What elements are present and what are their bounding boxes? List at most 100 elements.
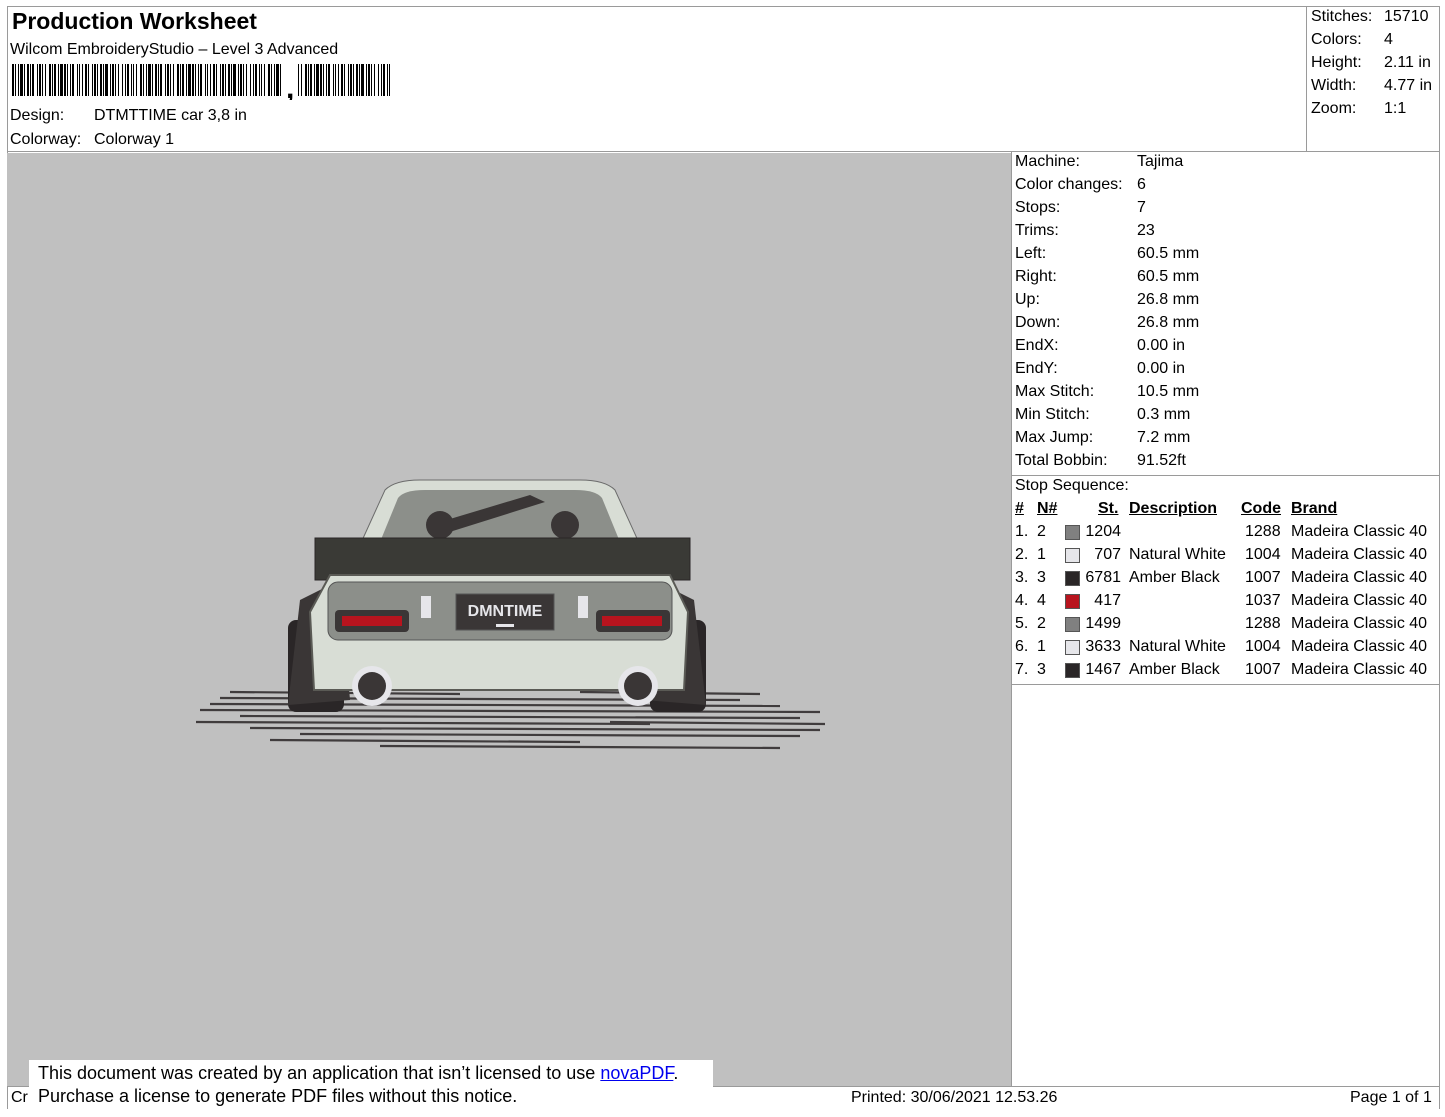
zoom-label: Zoom:	[1311, 100, 1357, 117]
stitches-label: Stitches:	[1311, 8, 1373, 25]
stop-needle: 1	[1037, 638, 1046, 655]
stop-stitches: 707	[1094, 546, 1121, 563]
left-value: 60.5 mm	[1137, 245, 1200, 262]
stop-code: 1007	[1245, 569, 1281, 586]
stop-needle: 1	[1037, 546, 1046, 563]
printed-timestamp: Printed: 30/06/2021 12.53.26	[851, 1089, 1058, 1106]
rear-spoiler	[314, 537, 691, 581]
notice-line1: This document was created by an applicat…	[38, 1063, 601, 1083]
barcode: ,	[12, 64, 390, 100]
stop-needle: 3	[1037, 569, 1046, 586]
stop-row: 2. 1 707 Natural White 1004 Madeira Classic 4…	[1011, 546, 1441, 569]
thread-color-swatch	[1065, 548, 1080, 563]
stop-needle: 2	[1037, 615, 1046, 632]
stop-row: 1. 2 1204 1288 Madeira Classic 40	[1011, 523, 1441, 546]
trims-value: 23	[1137, 222, 1155, 239]
stop-description: Natural White	[1129, 638, 1226, 655]
machine-value: Tajima	[1137, 153, 1184, 170]
thread-color-swatch	[1065, 571, 1080, 586]
notice-period: .	[673, 1063, 679, 1083]
thread-color-swatch	[1065, 594, 1080, 609]
up-value: 26.8 mm	[1137, 291, 1200, 308]
colorway-label: Colorway:	[10, 131, 82, 148]
color-changes-value: 6	[1137, 176, 1146, 193]
max-stitch-label: Max Stitch:	[1015, 383, 1095, 400]
stop-description: Natural White	[1129, 546, 1226, 563]
stop-sequence-title: Stop Sequence:	[1015, 477, 1129, 494]
design-value: DTMTTIME car 3,8 in	[94, 107, 247, 124]
stop-description: Amber Black	[1129, 661, 1220, 678]
min-stitch-label: Min Stitch:	[1015, 406, 1090, 423]
height-label: Height:	[1311, 54, 1362, 71]
stop-brand: Madeira Classic 40	[1291, 592, 1428, 609]
stop-row: 4. 4 417 1037 Madeira Classic 40	[1011, 592, 1441, 615]
down-value: 26.8 mm	[1137, 314, 1200, 331]
stop-code: 1037	[1245, 592, 1281, 609]
trims-label: Trims:	[1015, 222, 1059, 239]
plate-text: DMNTIME	[468, 603, 543, 620]
barcode-text: ,	[286, 72, 294, 100]
stop-needle: 2	[1037, 523, 1046, 540]
colors-value: 4	[1384, 31, 1393, 48]
stops-label: Stops:	[1015, 199, 1061, 216]
col-header-stitches: St.	[1098, 500, 1119, 517]
thread-color-swatch	[1065, 640, 1080, 655]
header-divider	[7, 151, 1439, 152]
page-number: Page 1 of 1	[1350, 1089, 1432, 1106]
height-value: 2.11 in	[1384, 54, 1431, 71]
stop-num: 5.	[1015, 615, 1029, 632]
stop-row: 5. 2 1499 1288 Madeira Classic 40	[1011, 615, 1441, 638]
total-bobbin-value: 91.52ft	[1137, 452, 1186, 469]
stop-needle: 3	[1037, 661, 1046, 678]
max-jump-label: Max Jump:	[1015, 429, 1094, 446]
stop-num: 6.	[1015, 638, 1029, 655]
stop-brand: Madeira Classic 40	[1291, 638, 1428, 655]
total-bobbin-label: Total Bobbin:	[1015, 452, 1108, 469]
width-label: Width:	[1311, 77, 1357, 94]
color-changes-label: Color changes:	[1015, 176, 1123, 193]
frame-top	[7, 6, 1439, 7]
stop-num: 4.	[1015, 592, 1029, 609]
left-label: Left:	[1015, 245, 1047, 262]
endy-value: 0.00 in	[1137, 360, 1186, 377]
stops-value: 7	[1137, 199, 1146, 216]
software-name: Wilcom EmbroideryStudio – Level 3 Advanc…	[10, 41, 339, 58]
stop-brand: Madeira Classic 40	[1291, 546, 1428, 563]
worksheet-title: Production Worksheet	[12, 8, 257, 34]
max-jump-value: 7.2 mm	[1137, 429, 1191, 446]
car-embroidery-image: DMNTIME	[195, 479, 826, 750]
thread-color-swatch	[1065, 663, 1080, 678]
colorway-value: Colorway 1	[94, 131, 175, 148]
endx-value: 0.00 in	[1137, 337, 1186, 354]
footer-left-text: Cr	[11, 1089, 28, 1106]
col-header-num: #	[1015, 500, 1024, 517]
novapdf-link[interactable]: novaPDF	[600, 1063, 673, 1083]
thread-color-swatch	[1065, 617, 1080, 632]
col-header-brand: Brand	[1291, 500, 1338, 517]
stop-stitches: 417	[1094, 592, 1121, 609]
stop-stitches: 1499	[1085, 615, 1121, 632]
right-label: Right:	[1015, 268, 1057, 285]
stop-stitches: 1467	[1085, 661, 1121, 678]
stop-num: 2.	[1015, 546, 1029, 563]
stop-stitches: 3633	[1085, 638, 1121, 655]
stop-row: 7. 3 1467 Amber Black 1007 Madeira Classic 40	[1011, 661, 1441, 684]
endx-label: EndX:	[1015, 337, 1059, 354]
summary-divider	[1306, 6, 1307, 151]
machine-label: Machine:	[1015, 153, 1080, 170]
stop-row: 3. 3 6781 Amber Black 1007 Madeira Classic 40	[1011, 569, 1441, 592]
stop-description: Amber Black	[1129, 569, 1220, 586]
stop-row: 6. 1 3633 Natural White 1004 Madeira Classic …	[1011, 638, 1441, 661]
width-value: 4.77 in	[1384, 77, 1433, 94]
stop-brand: Madeira Classic 40	[1291, 569, 1428, 586]
stop-brand: Madeira Classic 40	[1291, 523, 1428, 540]
stop-num: 1.	[1015, 523, 1029, 540]
endy-label: EndY:	[1015, 360, 1058, 377]
stop-code: 1004	[1245, 546, 1281, 563]
col-header-needle: N#	[1037, 500, 1058, 517]
min-stitch-value: 0.3 mm	[1137, 406, 1191, 423]
stop-code: 1007	[1245, 661, 1281, 678]
stop-divider-top	[1011, 475, 1439, 476]
notice-line2: Purchase a license to generate PDF files…	[38, 1086, 518, 1106]
max-stitch-value: 10.5 mm	[1137, 383, 1200, 400]
